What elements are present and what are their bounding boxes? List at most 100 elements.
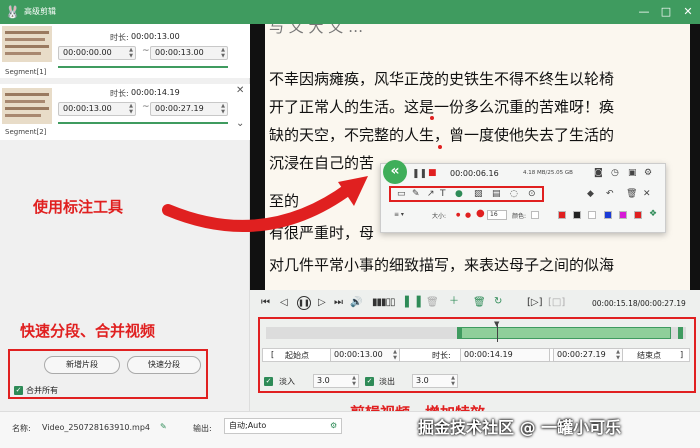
cursor-tool-icon[interactable]: ⊙ [528,189,536,199]
bracket-left-icon: [ [271,350,275,359]
spin-arrows-icon[interactable]: ▲ ▼ [221,47,225,59]
spin-arrows-icon[interactable]: ▲ ▼ [129,47,133,59]
segment-start-field[interactable]: 00:00:13.00 ▲ ▼ [58,102,136,116]
fade-in-field[interactable]: 3.0 ▲ ▼ [313,374,359,388]
step-back-icon[interactable]: ◁ [280,297,288,309]
mark-out-icon[interactable]: [□] [548,297,565,309]
camera-icon[interactable]: ◙ [594,168,603,178]
segment-item[interactable]: Segment[1] 时长: 00:00:13.00 00:00:00.00 ▲… [0,24,250,78]
segment-end-field[interactable]: 00:00:27.19 ▲ ▼ [150,102,228,116]
end-time-field[interactable]: 00:00:27.19 ▲ ▼ [553,348,623,362]
spin-arrows-icon[interactable]: ▲ ▼ [393,349,397,361]
delete-segment-icon[interactable]: 🗑 [473,297,486,309]
skip-end-icon[interactable]: ⏭ [334,297,343,309]
pen-tool-icon[interactable]: ✎ [412,189,420,199]
window-title: 高级剪辑 [24,7,56,16]
start-time-field[interactable]: 00:00:13.00 ▲ ▼ [330,348,400,362]
line-tool-icon[interactable]: ↗ [427,189,435,199]
trash-icon[interactable]: 🗑 [426,297,439,309]
segment-duration: 00:00:14.19 [131,88,180,97]
playback-time: 00:00:15.18/00:00:27.19 [592,299,686,308]
remove-segment-icon[interactable]: ✕ [236,85,244,96]
settings-icon[interactable]: ⚙ [644,168,652,178]
segment-item[interactable]: Segment[2] 时长: 00:00:14.19 ✕ 00:00:13.00… [0,84,250,140]
maximize-button[interactable]: □ [658,4,674,20]
blur-tool-icon[interactable]: ▤ [492,189,501,199]
playhead[interactable] [497,322,498,342]
color-picker-swatch[interactable] [531,211,539,219]
set-end-button[interactable]: 结束点 [637,350,661,361]
undo-icon[interactable]: ↶ [606,189,614,199]
set-start-button[interactable]: 起始点 [285,350,309,361]
fade-out-field[interactable]: 3.0 ▲ ▼ [412,374,458,388]
split-icon[interactable]: ▌▐ [405,297,420,309]
color-swatch-black[interactable] [573,211,581,219]
timeline-track[interactable] [266,327,686,339]
clock-icon[interactable]: ◷ [611,168,619,178]
color-swatch-blue[interactable] [604,211,612,219]
spin-arrows-icon[interactable]: ▲ ▼ [221,103,225,115]
video-text-line: 开了正常人的生活。这是一份多么沉重的苦难呀！痪 [269,98,615,116]
eraser-icon[interactable]: ◆ [587,189,594,199]
segment-progress-bar [58,66,228,68]
segment-end-field[interactable]: 00:00:13.00 ▲ ▼ [150,46,228,60]
skip-start-icon[interactable]: ⏮ [261,297,270,309]
line-style-icon[interactable]: ≡ ▾ [394,211,404,218]
size-small-dot[interactable]: ● [456,210,460,220]
palette-icon[interactable]: ❖ [649,209,657,219]
volume-icon[interactable]: 🔊 [350,297,362,309]
collapse-toolbar-button[interactable]: « [383,160,407,184]
video-preview[interactable]: 与 义 大 义 … 不幸因病瘫痪，风华正茂的史铁生不得不终生以轮椅 开了正常人的… [265,24,690,290]
color-swatch-magenta[interactable] [619,211,627,219]
annotation-split-merge: 快速分段、合并视频 [20,322,156,340]
output-path-field[interactable]: 自动;Auto [224,418,342,434]
video-text-line: 沉浸在自己的苦 [269,154,375,172]
annotation-use-tools: 使用标注工具 [33,198,124,216]
color-swatch-white[interactable] [588,211,596,219]
selection-start-handle[interactable] [457,327,462,339]
stop-icon[interactable]: ■ [428,168,437,178]
image-tool-icon[interactable]: ▨ [474,189,483,199]
delete-icon[interactable]: 🗑 [626,189,637,199]
spin-arrows-icon[interactable]: ▲ ▼ [352,375,356,387]
spin-arrows-icon[interactable]: ▲ ▼ [129,103,133,115]
minimize-button[interactable]: — [636,4,652,20]
file-size: 4.18 MB/25.05 GB [523,170,573,176]
color-swatch-red-2[interactable] [634,211,642,219]
text-tool-icon[interactable]: T [440,189,446,199]
new-segment-button[interactable]: 新增片段 [44,356,120,374]
mark-in-icon[interactable]: [▷] [527,297,543,309]
size-large-dot[interactable]: ● [476,209,485,219]
spotlight-tool-icon[interactable]: ◌ [510,189,518,199]
bracket-right-icon: ] [680,350,684,359]
size-medium-dot[interactable]: ● [465,210,471,220]
briefcase-icon[interactable]: ▣ [628,168,637,178]
segment-start-field[interactable]: 00:00:00.00 ▲ ▼ [58,46,136,60]
play-pause-icon[interactable]: ❚❚ [297,296,311,310]
highlight-tool-icon[interactable]: ● [455,189,463,199]
step-forward-icon[interactable]: ▷ [318,297,326,309]
pause-icon[interactable]: ❚❚ [412,169,427,179]
fade-out-checkbox[interactable]: ✓ [365,377,374,386]
range-separator: ~ [142,46,150,56]
fade-in-checkbox[interactable]: ✓ [264,377,273,386]
selection-end-handle[interactable] [678,327,683,339]
spin-arrows-icon[interactable]: ▲ ▼ [616,349,620,361]
color-swatch-red[interactable] [558,211,566,219]
edit-name-icon[interactable]: ✎ [160,422,167,431]
size-input[interactable]: 16 [487,210,507,220]
rectangle-tool-icon[interactable]: ▭ [397,189,406,199]
output-settings-icon[interactable]: ⚙ [330,421,337,430]
duration-field[interactable]: 00:00:14.19 [460,348,550,362]
add-icon[interactable]: ＋ [449,296,459,308]
reset-icon[interactable]: ↻ [494,296,502,308]
close-button[interactable]: ✕ [680,4,696,20]
merge-all-checkbox[interactable]: ✓ [14,386,23,395]
timeline-selection[interactable] [461,327,671,339]
segment-collapse-icon[interactable]: ⌄ [236,118,244,129]
close-icon[interactable]: ✕ [643,189,651,199]
volume-level-icon[interactable]: ▮▮▮▯▯ [372,297,395,309]
spin-arrows-icon[interactable]: ▲ ▼ [451,375,455,387]
segment-duration-label: 时长: [110,89,129,98]
quick-split-button[interactable]: 快速分段 [127,356,201,374]
